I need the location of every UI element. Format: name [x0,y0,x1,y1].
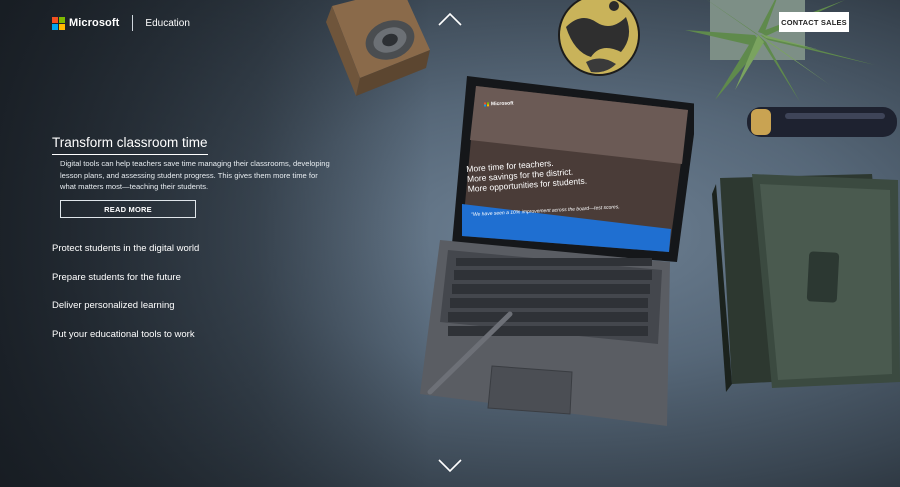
tablet-screen-logo [483,101,490,107]
hero-stage: Microsoft More time for teachers. More s… [0,0,900,487]
nav-item-prepare-students[interactable]: Prepare students for the future [52,271,199,300]
contact-sales-button[interactable]: CONTACT SALES [779,12,849,32]
surface-tablet-image [420,76,694,426]
brand-divider [132,15,134,31]
tablet-screen-brand-text: Microsoft [490,100,514,108]
stapler-image [747,107,897,137]
tablet-screen-brand: Microsoft [483,100,514,108]
section-name: Education [145,17,190,29]
chevron-down-icon[interactable] [437,458,463,474]
hero-title: Transform classroom time [52,135,208,155]
hero-description: Digital tools can help teachers save tim… [60,159,330,192]
topic-nav: Protect students in the digital world Pr… [52,242,199,356]
microsoft-logo-icon [52,17,65,30]
nav-item-protect-students[interactable]: Protect students in the digital world [52,242,199,271]
brand-name: Microsoft [69,17,120,29]
books-image [712,174,900,392]
chevron-up-icon[interactable] [437,11,463,27]
microsoft-education-header[interactable]: Microsoft Education [52,15,190,31]
globe-image [558,0,640,76]
nav-item-personalized-learning[interactable]: Deliver personalized learning [52,299,199,328]
read-more-button[interactable]: READ MORE [60,200,196,218]
nav-item-educational-tools[interactable]: Put your educational tools to work [52,328,199,357]
